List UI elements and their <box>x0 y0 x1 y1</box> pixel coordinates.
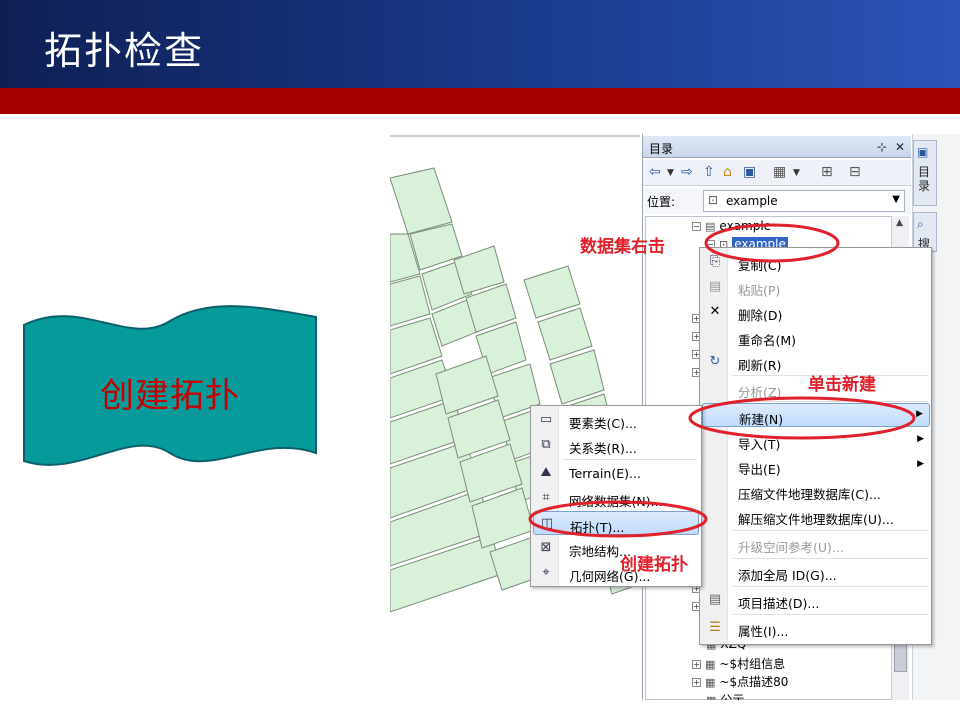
menu-item-item-description[interactable]: ▤ 项目描述(D)... <box>702 588 930 612</box>
scroll-up-icon[interactable]: ▲ <box>896 218 903 228</box>
tree-item-label: 公示 <box>720 693 745 700</box>
submenu-item-network-dataset[interactable]: ⌗ 网络数据集(N)... <box>533 486 699 510</box>
catalog-icon: ▣ <box>917 145 929 159</box>
menu-separator <box>732 558 928 559</box>
menu-item-compress[interactable]: 压缩文件地理数据库(C)... <box>702 479 930 503</box>
menu-separator <box>563 459 697 460</box>
view-icon[interactable]: ▦ <box>773 164 786 180</box>
paste-icon: ▤ <box>708 279 722 294</box>
table-icon: ▦ <box>705 676 716 689</box>
annotation-right-click-dataset: 数据集右击 <box>580 237 665 257</box>
arcmap-screenshot: 目录 ⊹ ✕ ⇦ ▼ ⇨ ⇧ ⌂ ▣ ▦ ▼ ⊞ ⊟ 位置: ⊡ example… <box>390 134 960 700</box>
refresh-icon: ↻ <box>709 354 721 369</box>
delete-icon: ✕ <box>709 304 721 319</box>
up-one-level-icon[interactable]: ⇧ <box>703 164 715 180</box>
metadata-icon: ▤ <box>708 592 722 607</box>
menu-item-paste[interactable]: ▤ 粘贴(P) <box>702 275 930 299</box>
slide-header: 拓扑检查 <box>0 0 960 88</box>
network-dataset-icon: ⌗ <box>542 490 550 505</box>
menu-separator <box>732 401 928 402</box>
table-icon: ▦ <box>705 658 716 671</box>
menu-item-properties[interactable]: ☰ 属性(I)... <box>702 616 930 640</box>
location-label: 位置: <box>647 195 676 209</box>
properties-icon: ☰ <box>709 620 721 635</box>
map-parcel <box>537 307 593 361</box>
menu-item-copy[interactable]: ⎘ 复制(C) <box>702 250 930 274</box>
submenu-arrow-icon: ▶ <box>917 459 924 469</box>
menu-item-new[interactable]: 新建(N) ▶ <box>702 403 930 427</box>
menu-separator <box>732 586 928 587</box>
catalog-toolbar: ⇦ ▼ ⇨ ⇧ ⌂ ▣ ▦ ▼ ⊞ ⊟ <box>643 160 911 186</box>
submenu-arrow-icon: ▶ <box>916 409 923 419</box>
menu-separator <box>732 614 928 615</box>
parcel-fabric-icon: ⊠ <box>540 540 552 555</box>
menu-item-upgrade-spatial-reference[interactable]: 升级空间参考(U)... <box>702 532 930 556</box>
tree-item-label: example <box>719 219 772 233</box>
pin-icon[interactable]: ⊹ <box>875 140 889 154</box>
copy-icon: ⎘ <box>709 254 721 269</box>
search-icon: ⌕ <box>917 217 924 231</box>
table-icon: ▦ <box>706 694 716 700</box>
terrain-icon: ⛰ <box>540 465 552 480</box>
submenu-item-feature-class[interactable]: ▭ 要素类(C)... <box>533 408 699 432</box>
expand-icon[interactable]: + <box>692 678 701 687</box>
tree-item[interactable]: + ▦ ~$点描述80 <box>692 673 788 690</box>
geodatabase-icon: ▤ <box>705 220 716 233</box>
submenu-item-topology[interactable]: ◫ 拓扑(T)... <box>533 511 699 535</box>
dock-tab-label: 目录 <box>918 165 931 193</box>
forward-icon[interactable]: ⇨ <box>681 164 693 180</box>
chevron-down-icon[interactable]: ▼ <box>892 194 900 205</box>
menu-item-add-global-id[interactable]: 添加全局 ID(G)... <box>702 560 930 584</box>
annotation-click-new: 单击新建 <box>808 375 876 395</box>
connect-folder-icon[interactable]: ▣ <box>743 164 756 180</box>
banner-text: 创建拓扑 <box>100 376 240 416</box>
slide-title: 拓扑检查 <box>44 29 205 73</box>
catalog-title: 目录 <box>649 142 674 156</box>
new-folder-icon[interactable]: ⊞ <box>821 164 833 180</box>
view-dropdown-icon[interactable]: ▼ <box>793 168 800 178</box>
map-parcel <box>390 275 431 327</box>
tree-item-label: ~$村组信息 <box>719 657 786 671</box>
tree-options-icon[interactable]: ⊟ <box>849 164 861 180</box>
menu-separator <box>732 530 928 531</box>
menu-item-rename[interactable]: 重命名(M) <box>702 325 930 349</box>
close-icon[interactable]: ✕ <box>893 140 907 154</box>
menu-item-export[interactable]: 导出(E) ▶ <box>702 454 930 478</box>
catalog-titlebar: 目录 ⊹ ✕ <box>643 136 911 158</box>
back-icon[interactable]: ⇦ <box>649 164 661 180</box>
tree-item-geodatabase[interactable]: − ▤ example <box>692 219 771 236</box>
submenu-item-relationship-class[interactable]: ⧉ 关系类(R)... <box>533 433 699 457</box>
location-value: example <box>726 194 778 208</box>
header-red-bar <box>0 88 960 114</box>
tree-item-label: ~$点描述80 <box>719 675 789 689</box>
map-parcel <box>549 349 605 405</box>
topology-icon: ◫ <box>540 516 554 531</box>
tree-item[interactable]: + ▦ ~$村组信息 <box>692 655 785 672</box>
home-icon[interactable]: ⌂ <box>723 164 732 180</box>
geometric-network-icon: ⌖ <box>542 565 550 580</box>
menu-item-delete[interactable]: ✕ 删除(D) <box>702 300 930 324</box>
relationship-class-icon: ⧉ <box>541 437 551 452</box>
menu-item-import[interactable]: 导入(T) ▶ <box>702 429 930 453</box>
map-parcel <box>390 167 453 235</box>
annotation-create-topology: 创建拓扑 <box>620 555 688 575</box>
dock-tab-catalog[interactable]: ▣ 目录 <box>913 140 937 206</box>
back-dropdown-icon[interactable]: ▼ <box>667 168 674 178</box>
map-parcel <box>523 265 581 319</box>
context-menu: ⎘ 复制(C) ▤ 粘贴(P) ✕ 删除(D) 重命名(M) ↻ 刷新(R) 分析(Z)… <box>699 247 932 645</box>
dock-tab-search[interactable]: ⌕ 搜 <box>913 212 937 252</box>
dataset-icon: ⊡ <box>708 193 719 207</box>
collapse-icon[interactable]: − <box>692 222 701 231</box>
location-combo[interactable]: ⊡ example ▼ <box>703 190 905 212</box>
menu-item-uncompress[interactable]: 解压缩文件地理数据库(U)... <box>702 504 930 528</box>
tree-item[interactable]: ▦ 公示 <box>706 691 744 700</box>
submenu-item-terrain[interactable]: ⛰ Terrain(E)... <box>533 461 699 485</box>
expand-icon[interactable]: + <box>692 660 701 669</box>
feature-class-icon: ▭ <box>539 412 553 427</box>
location-row: 位置: ⊡ example ▼ <box>643 188 911 214</box>
submenu-arrow-icon: ▶ <box>917 434 924 444</box>
